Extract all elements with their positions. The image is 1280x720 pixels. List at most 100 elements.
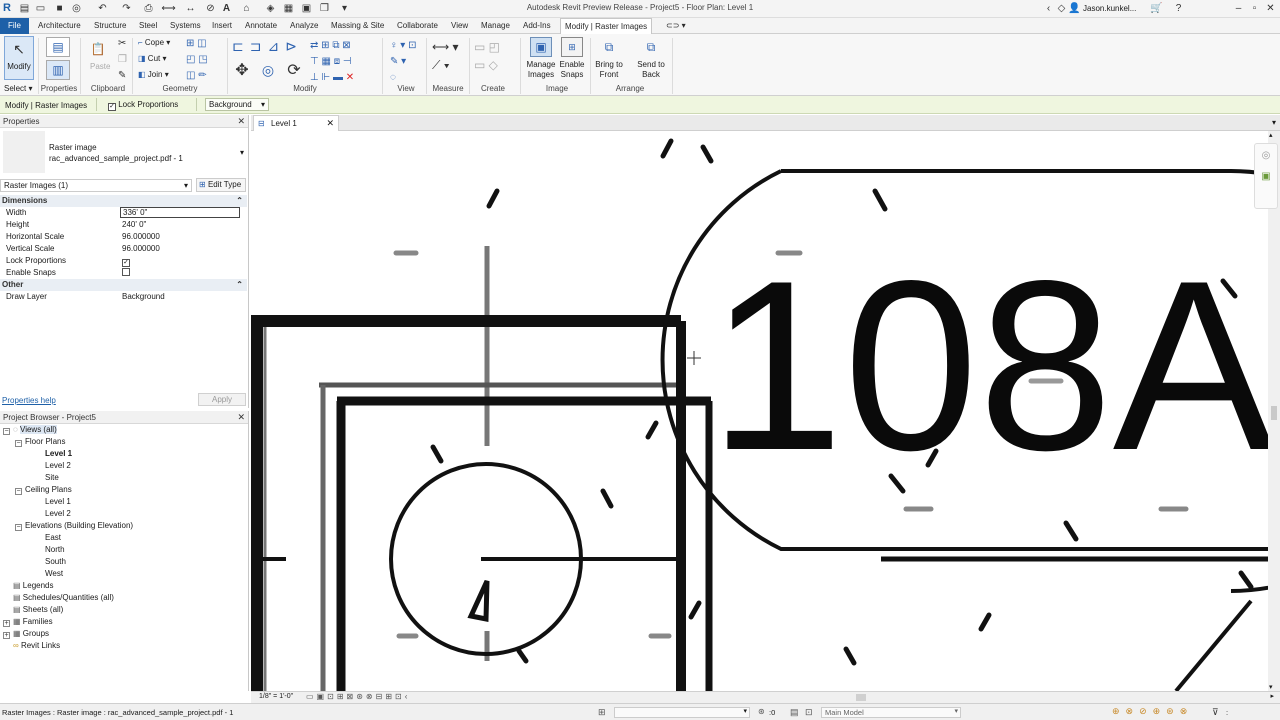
- minimize-icon[interactable]: –: [1232, 2, 1245, 15]
- tree-item-ceiling-level-2[interactable]: Level 2: [3, 508, 133, 520]
- bring-to-front-button[interactable]: Bring to Front: [592, 60, 626, 80]
- maximize-icon[interactable]: ▫: [1248, 2, 1261, 15]
- type-selector-chevron-icon[interactable]: ▾: [240, 148, 244, 157]
- tab-insert[interactable]: Insert: [208, 18, 236, 34]
- tree-views-root[interactable]: − ◌ Views (all): [3, 424, 133, 436]
- raster-image-drawing[interactable]: 108A: [251, 131, 1268, 691]
- workset-dropdown[interactable]: ▾: [614, 707, 750, 718]
- tree-item-west[interactable]: West: [3, 568, 133, 580]
- paste-icon[interactable]: 📋: [88, 38, 108, 60]
- wall-joins-icon[interactable]: ⊞ ◫: [186, 38, 207, 49]
- type-properties-icon[interactable]: ▤: [46, 37, 70, 57]
- send-to-back-icon[interactable]: ⧉: [640, 37, 662, 57]
- drawing-canvas[interactable]: 108A: [251, 131, 1268, 691]
- tab-collaborate[interactable]: Collaborate: [393, 18, 442, 34]
- align-offset-mirror-icons[interactable]: ⊏⊐⊿⊳: [232, 38, 303, 55]
- tree-revit-links[interactable]: ∞ Revit Links: [3, 640, 133, 652]
- user-icon[interactable]: 👤: [1068, 2, 1081, 15]
- measure-tools[interactable]: ⟷ ▾ ⟋ ▾: [432, 38, 459, 74]
- user-name[interactable]: Jason.kunkel...: [1083, 4, 1136, 13]
- lock-proportions-option[interactable]: ✓ Lock Proportions: [108, 100, 178, 111]
- room-tag-text[interactable]: 108A: [709, 231, 1268, 501]
- bring-to-front-icon[interactable]: ⧉: [598, 37, 620, 57]
- tab-annotate[interactable]: Annotate: [241, 18, 281, 34]
- send-to-back-button[interactable]: Send to Back: [634, 60, 668, 80]
- view-scale[interactable]: 1/8" = 1'-0": [259, 693, 293, 700]
- move-icon[interactable]: ✥: [232, 60, 252, 80]
- tree-item-site[interactable]: Site: [3, 472, 133, 484]
- view-tools[interactable]: ♀ ▾ ⊡ ✎ ▾ ◌: [390, 38, 416, 86]
- close-icon[interactable]: ✕: [1264, 2, 1277, 15]
- tab-file[interactable]: File: [0, 18, 29, 34]
- tree-sheets[interactable]: ▤ Sheets (all): [3, 604, 133, 616]
- tree-item-north[interactable]: North: [3, 544, 133, 556]
- width-field[interactable]: 336' 0": [120, 207, 240, 218]
- tree-item-level-1[interactable]: Level 1: [3, 448, 133, 460]
- zoom-icon[interactable]: ▣: [1255, 171, 1277, 182]
- design-options-icon[interactable]: ⊛: [758, 707, 765, 716]
- chevron-left-icon[interactable]: ‹: [1042, 2, 1055, 15]
- excluded-options-icon[interactable]: ⊡: [805, 707, 813, 718]
- chevron-down-icon[interactable]: ▾: [1272, 118, 1276, 127]
- tab-manage[interactable]: Manage: [477, 18, 514, 34]
- steering-wheel-icon[interactable]: ◎: [1255, 150, 1277, 161]
- properties-help-link[interactable]: Properties help: [2, 396, 56, 405]
- modify-button[interactable]: ↖ Modify: [4, 36, 34, 80]
- instance-filter-dropdown[interactable]: Raster Images (1) ▾: [0, 179, 192, 192]
- select-panel-label[interactable]: Select ▾: [4, 84, 32, 93]
- vertical-scrollbar[interactable]: ▴ ◎ ▣ ▾: [1254, 131, 1280, 691]
- scroll-up-icon[interactable]: ▴: [1269, 131, 1273, 139]
- scroll-thumb[interactable]: [1271, 406, 1277, 420]
- tab-systems[interactable]: Systems: [166, 18, 205, 34]
- tree-item-ceiling-level-1[interactable]: Level 1: [3, 496, 133, 508]
- tree-schedules[interactable]: ▤ Schedules/Quantities (all): [3, 592, 133, 604]
- manage-images-button[interactable]: Manage Images: [525, 60, 557, 80]
- modify-small-tools[interactable]: ⇄ ⊞ ⧉ ⊠ ⊤ ▦ ⧈ ⊣ ⊥ ⊩ ▬ ✕: [310, 38, 380, 86]
- hscale-field[interactable]: 96.000000: [120, 231, 240, 243]
- tab-add-ins[interactable]: Add-Ins: [519, 18, 555, 34]
- draw-layer-field[interactable]: Background: [120, 291, 240, 303]
- manage-images-icon[interactable]: ▣: [530, 37, 552, 57]
- info-icon[interactable]: ◇: [1055, 2, 1068, 15]
- enable-snaps-icon[interactable]: ⊞: [561, 37, 583, 57]
- edit-type-button[interactable]: ⊞ Edit Type: [196, 178, 246, 192]
- tab-view[interactable]: View: [447, 18, 472, 34]
- join-button[interactable]: ◧ Join ▾: [138, 70, 169, 79]
- create-tools[interactable]: ▭ ◰ ▭ ◇: [474, 38, 500, 74]
- cope-button[interactable]: ⌐ Cope ▾: [138, 38, 170, 47]
- ribbon-toggle-icon[interactable]: ⊂⊃ ▾: [662, 18, 690, 34]
- cart-icon[interactable]: 🛒: [1150, 2, 1163, 15]
- tree-families[interactable]: + ▦ Families: [3, 616, 133, 628]
- height-field[interactable]: 240' 0": [120, 219, 240, 231]
- tree-legends[interactable]: ▤ Legends: [3, 580, 133, 592]
- tree-ceiling-plans[interactable]: − Ceiling Plans: [3, 484, 133, 496]
- help-icon[interactable]: ?: [1172, 2, 1185, 15]
- tree-floor-plans[interactable]: − Floor Plans: [3, 436, 133, 448]
- copy-element-icon[interactable]: ◎: [258, 60, 278, 80]
- close-icon[interactable]: ✕: [326, 118, 334, 129]
- rotate-icon[interactable]: ⟳: [284, 60, 304, 80]
- group-other[interactable]: Other ⌃: [0, 279, 247, 291]
- tab-steel[interactable]: Steel: [135, 18, 161, 34]
- close-icon[interactable]: ✕: [237, 411, 245, 424]
- view-control-icons[interactable]: ▭▣⊡⊞⊠⊛⊗⊟⊞⊡‹: [306, 692, 410, 701]
- tree-groups[interactable]: + ▦ Groups: [3, 628, 133, 640]
- tree-item-east[interactable]: East: [3, 532, 133, 544]
- tab-level-1[interactable]: ⊟ Level 1 ✕: [253, 115, 339, 131]
- enable-snaps-checkbox[interactable]: [122, 268, 130, 276]
- tree-item-level-2[interactable]: Level 2: [3, 460, 133, 472]
- tab-modify-raster-images[interactable]: Modify | Raster Images: [560, 18, 653, 34]
- filter-icon[interactable]: ⊽: [1212, 707, 1219, 718]
- selection-filter-icons[interactable]: ⊕⊗⊘⊕⊛⊗: [1112, 706, 1193, 717]
- split-face-icon[interactable]: ◰ ◳: [186, 54, 208, 65]
- tree-item-south[interactable]: South: [3, 556, 133, 568]
- lock-proportions-prop-checkbox[interactable]: ✓: [122, 259, 130, 267]
- tab-analyze[interactable]: Analyze: [286, 18, 322, 34]
- paint-icon[interactable]: ◫ ✏: [186, 70, 207, 81]
- navigation-bar[interactable]: ◎ ▣: [1254, 143, 1278, 209]
- cut-geometry-button[interactable]: ◨ Cut ▾: [138, 54, 167, 63]
- design-options-dialog-icon[interactable]: ▤: [790, 707, 799, 718]
- draw-layer-dropdown[interactable]: Background ▾: [205, 98, 269, 111]
- close-icon[interactable]: ✕: [237, 115, 245, 128]
- copy-icon[interactable]: ❐: [118, 54, 127, 65]
